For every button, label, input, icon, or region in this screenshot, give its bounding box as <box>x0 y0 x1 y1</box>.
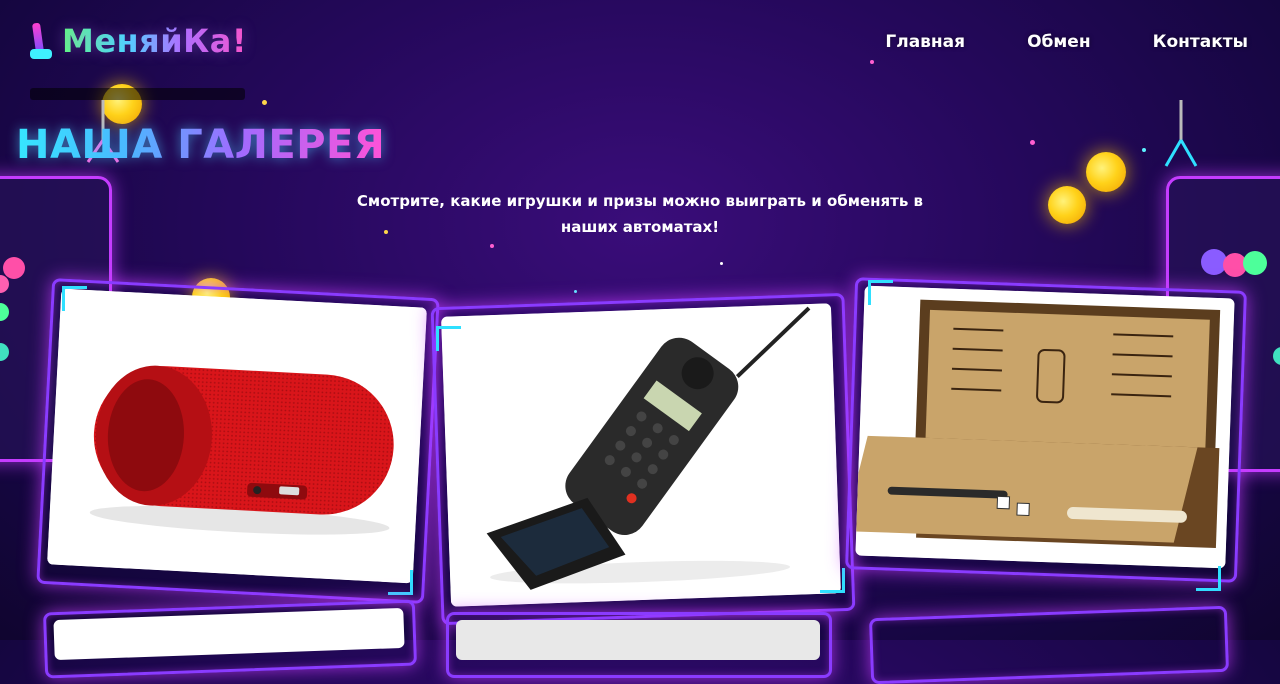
ball-icon <box>0 303 9 321</box>
ball-icon <box>0 343 9 361</box>
ball-icon <box>0 275 9 293</box>
logo[interactable]: МеняйКа! <box>30 22 247 60</box>
ball-icon <box>1243 251 1267 275</box>
frame-corner <box>62 286 87 311</box>
bluetooth-speaker-image <box>47 288 427 584</box>
sparkle <box>262 100 267 105</box>
ball-icon <box>3 257 25 279</box>
sparkle <box>1030 140 1035 145</box>
logo-text: МеняйКа! <box>62 22 247 60</box>
gallery-subtitle: Смотрите, какие игрушки и призы можно вы… <box>356 192 924 236</box>
sparkle <box>1142 148 1146 152</box>
gallery-frame <box>868 605 1230 684</box>
coin-icon <box>1048 186 1086 224</box>
claw-icon <box>1164 100 1198 167</box>
sparkle <box>574 290 577 293</box>
gallery-item-partial[interactable] <box>456 620 820 660</box>
frame-corner <box>436 326 461 351</box>
sparkle <box>720 262 723 265</box>
nav-link-exchange[interactable]: Обмен <box>1027 32 1091 52</box>
frame-corner <box>820 568 845 593</box>
page-title: НАША ГАЛЕРЕЯ <box>16 122 386 168</box>
gallery-item-phone[interactable] <box>441 303 841 607</box>
nav-link-contacts[interactable]: Контакты <box>1153 32 1248 52</box>
gallery-item-speaker[interactable] <box>47 288 427 584</box>
frame-corner <box>1196 566 1221 591</box>
logo-icon <box>30 22 54 59</box>
decorative-bar <box>30 88 245 100</box>
ball-icon <box>1273 347 1280 365</box>
frame-corner <box>388 570 413 595</box>
flip-phone-image <box>441 303 841 607</box>
nav-link-home[interactable]: Главная <box>885 32 965 52</box>
sparkle <box>490 244 494 248</box>
main-nav: Главная Обмен Контакты <box>885 32 1248 52</box>
coin-icon <box>1086 152 1126 192</box>
frame-corner <box>868 280 893 305</box>
backgammon-board-image <box>855 285 1235 569</box>
gallery-item-backgammon[interactable] <box>855 285 1235 569</box>
top-navigation: МеняйКа! Главная Обмен Контакты <box>0 0 1280 86</box>
